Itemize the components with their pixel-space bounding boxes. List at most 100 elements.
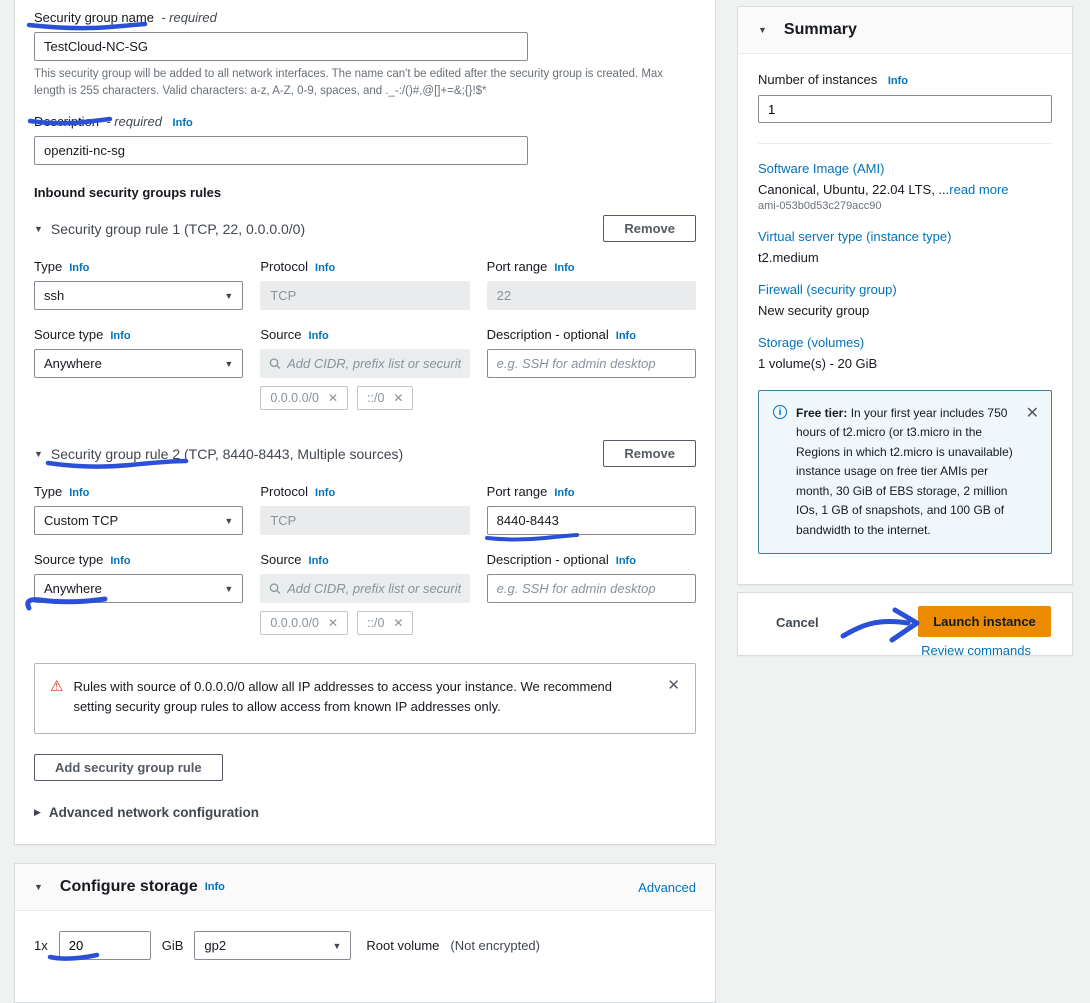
expand-triangle-icon: ▶ [34,807,41,818]
search-icon [269,582,281,595]
remove-token-icon[interactable]: ✕ [393,616,403,630]
summary-header[interactable]: ▼ Summary [738,7,1072,54]
cidr-token: ::/0✕ [357,611,413,635]
description-label-row: Description - required Info [34,114,696,129]
rule1-type-select[interactable]: ssh▼ [34,281,243,310]
advanced-network-configuration-toggle[interactable]: ▶ Advanced network configuration [34,805,696,820]
chevron-down-icon: ▼ [332,941,341,951]
num-instances-input[interactable] [758,95,1052,123]
rule2-protocol-field: TCP [260,506,469,535]
chevron-down-icon: ▼ [224,359,233,369]
info-link[interactable]: Info [616,330,636,342]
volume-size-input[interactable] [59,931,151,960]
rule2-type-select[interactable]: Custom TCP▼ [34,506,243,535]
cidr-token: 0.0.0.0/0✕ [260,611,348,635]
remove-token-icon[interactable]: ✕ [328,391,338,405]
free-tier-info-box: i Free tier: In your first year includes… [758,390,1052,554]
info-link[interactable]: Info [309,555,329,567]
warning-text: Rules with source of 0.0.0.0/0 allow all… [73,677,633,717]
rule2-remove-button[interactable]: Remove [603,440,696,467]
launch-footer-panel: Cancel Launch instance Review commands [737,592,1073,656]
description-input[interactable] [34,136,528,165]
configure-storage-panel: ▼ Configure storage Info Advanced 1x GiB… [14,863,716,1003]
description-label: Description [34,114,99,129]
sg-name-label-row: Security group name - required [34,10,696,25]
description-info-link[interactable]: Info [173,117,193,129]
rule1-protocol-label: Protocol [260,259,308,274]
firewall-link[interactable]: Firewall (security group) [758,282,1052,297]
rule2-source-input[interactable] [287,581,461,596]
rule2-description-input[interactable] [487,574,696,603]
storage-volumes-link[interactable]: Storage (volumes) [758,335,1052,350]
configure-storage-header[interactable]: ▼ Configure storage Info Advanced [15,864,715,911]
instance-type-value: t2.medium [758,250,1052,265]
rule2-protocol-label: Protocol [260,484,308,499]
info-link[interactable]: Info [554,487,574,499]
info-link[interactable]: Info [110,555,130,567]
rule1-title: Security group rule 1 (TCP, 22, 0.0.0.0/… [51,221,305,237]
review-commands-link[interactable]: Review commands [921,643,1031,658]
rule1-source-search[interactable] [260,349,469,378]
volume-type-select[interactable]: gp2▼ [194,931,351,960]
inbound-rules-heading: Inbound security groups rules [34,185,696,200]
search-icon [269,357,281,370]
software-image-link[interactable]: Software Image (AMI) [758,161,1052,176]
rule2-source-search[interactable] [260,574,469,603]
security-group-rule-2: ▼ Security group rule 2 (TCP, 8440-8443,… [34,440,696,635]
collapse-triangle-icon: ▼ [34,882,43,892]
remove-token-icon[interactable]: ✕ [328,616,338,630]
info-icon: i [773,405,787,419]
volume-count-label: 1x [34,938,48,953]
storage-advanced-link[interactable]: Advanced [638,880,696,895]
info-link[interactable]: Info [616,555,636,567]
warning-icon: ⚠ [50,677,63,697]
info-link[interactable]: Info [110,330,130,342]
info-link[interactable]: Info [315,487,335,499]
info-link[interactable]: Info [309,330,329,342]
collapse-triangle-icon[interactable]: ▼ [34,449,43,459]
rule1-protocol-field: TCP [260,281,469,310]
close-icon[interactable]: ✕ [1026,404,1039,423]
storage-volumes-value: 1 volume(s) - 20 GiB [758,356,1052,371]
root-volume-label: Root volume [366,938,439,953]
cancel-button[interactable]: Cancel [776,615,819,630]
chevron-down-icon: ▼ [224,516,233,526]
close-icon[interactable]: ✕ [667,677,680,695]
sg-name-input[interactable] [34,32,528,61]
rule2-port-input[interactable] [487,506,696,535]
volume-unit-label: GiB [162,938,184,953]
collapse-triangle-icon[interactable]: ▼ [34,224,43,234]
rule1-description-input[interactable] [487,349,696,378]
info-link[interactable]: Info [205,881,225,893]
instance-type-link[interactable]: Virtual server type (instance type) [758,229,1052,244]
rule1-source-input[interactable] [287,356,461,371]
remove-token-icon[interactable]: ✕ [393,391,403,405]
info-link[interactable]: Info [69,262,89,274]
info-link[interactable]: Info [554,262,574,274]
info-link[interactable]: Info [69,487,89,499]
info-link[interactable]: Info [888,75,908,87]
rule1-remove-button[interactable]: Remove [603,215,696,242]
cidr-token: 0.0.0.0/0✕ [260,386,348,410]
rule2-title: Security group rule 2 (TCP, 8440-8443, M… [51,446,403,462]
info-link[interactable]: Info [315,262,335,274]
open-cidr-warning: ⚠ Rules with source of 0.0.0.0/0 allow a… [34,663,696,734]
rule1-port-field: 22 [487,281,696,310]
num-instances-label: Number of instances [758,72,877,87]
sg-name-required: - required [158,10,217,25]
divider [758,143,1052,144]
rule2-source-type-select[interactable]: Anywhere▼ [34,574,243,603]
rule1-port-label: Port range [487,259,548,274]
sg-name-help: This security group will be added to all… [34,66,694,99]
sg-name-label: Security group name [34,10,154,25]
rule2-source-type-label: Source type [34,552,103,567]
cidr-token: ::/0✕ [357,386,413,410]
add-security-group-rule-button[interactable]: Add security group rule [34,754,223,781]
read-more-link[interactable]: read more [949,182,1008,197]
collapse-triangle-icon: ▼ [758,25,767,35]
encryption-status-label: (Not encrypted) [450,938,540,953]
rule1-source-type-select[interactable]: Anywhere▼ [34,349,243,378]
launch-instance-button[interactable]: Launch instance [918,606,1051,637]
rule2-desc-label: Description - optional [487,552,609,567]
free-tier-text: Free tier: In your first year includes 7… [796,404,1017,540]
